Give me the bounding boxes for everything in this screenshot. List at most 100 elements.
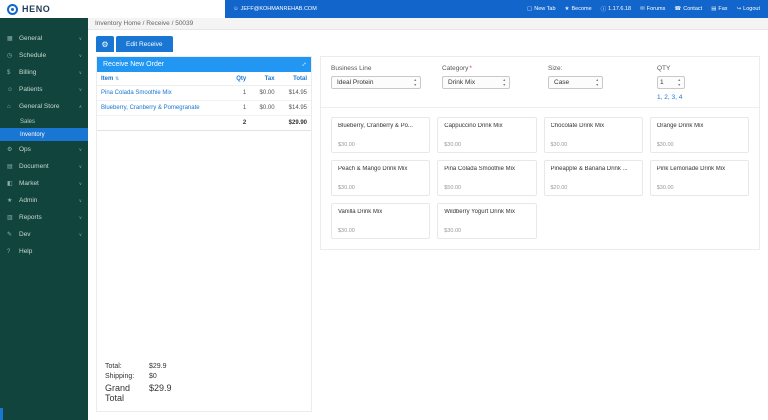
column-header-total[interactable]: Total — [279, 72, 311, 86]
tab-settings[interactable]: ⚙ — [96, 36, 114, 52]
row-tax: $0.00 — [250, 86, 278, 101]
category-select[interactable]: Drink Mix ▲▼ — [442, 76, 510, 89]
row-tax: $0.00 — [250, 101, 278, 116]
product-price: $30.00 — [338, 228, 423, 234]
business-line-select[interactable]: Ideal Protein ▲▼ — [331, 76, 421, 89]
phone-icon: ☎ — [674, 6, 681, 12]
sidebar-item-label: Schedule — [19, 52, 79, 59]
size-select[interactable]: Case ▲▼ — [548, 76, 603, 89]
product-name: Cappuccino Drink Mix — [444, 123, 529, 129]
product-card[interactable]: Blueberry, Cranberry & Po... $30.00 — [331, 117, 430, 153]
patients-icon: ☺ — [7, 87, 16, 93]
sidebar-item-admin[interactable]: ★Admin∨ — [0, 192, 88, 209]
reports-icon: ▥ — [7, 214, 16, 221]
user-icon: ☺ — [233, 6, 239, 12]
total-row: Total:$29.9 — [105, 363, 303, 370]
product-price: $30.00 — [551, 142, 636, 148]
sidebar-item-dev[interactable]: ✎Dev∨ — [0, 226, 88, 243]
sidebar-item-schedule[interactable]: ◷Schedule∨ — [0, 47, 88, 64]
heno-logo-icon — [7, 4, 18, 15]
contact-link[interactable]: ☎Contact — [674, 6, 702, 12]
order-items-table: Item ⇅ Qty Tax Total Pina Colada Smoothi… — [97, 72, 311, 131]
product-name: Blueberry, Cranberry & Po... — [338, 123, 423, 129]
column-header-qty[interactable]: Qty — [228, 72, 250, 86]
info-icon: ⓘ — [601, 5, 607, 13]
main-content: ⚙ Edit Receive Receive New Order ↕ Item … — [88, 30, 768, 420]
stepper-arrows-icon[interactable]: ▲▼ — [678, 78, 681, 86]
pagination: 1, 2, 3, 4 — [657, 94, 749, 101]
product-grid: Blueberry, Cranberry & Po... $30.00 Cappu… — [321, 108, 759, 249]
sidebar-item-general-store[interactable]: ⌂General Store∧ — [0, 98, 88, 115]
sidebar-item-help[interactable]: ?Help — [0, 243, 88, 260]
sidebar-item-sales[interactable]: Sales — [0, 115, 88, 128]
become-link[interactable]: ★Become — [565, 6, 592, 12]
product-price: $30.00 — [338, 185, 423, 191]
logout-link[interactable]: ↪Logout — [737, 6, 760, 12]
product-price: $30.00 — [338, 142, 423, 148]
product-name: Pina Colada Smoothie Mix — [444, 166, 529, 172]
row-total: $14.95 — [279, 86, 311, 101]
qty-stepper[interactable]: ▲▼ — [657, 76, 685, 89]
item-link[interactable]: Blueberry, Cranberry & Pomegranate — [101, 105, 200, 111]
product-price: $30.00 — [657, 185, 742, 191]
page-link-4[interactable]: 4 — [679, 94, 683, 101]
user-email-link[interactable]: ☺JEFF@KOHMANREHAB.COM — [233, 6, 317, 12]
summary-total: $29.90 — [279, 116, 311, 131]
product-card[interactable]: Pink Lemonade Drink Mix$30.00 — [650, 160, 749, 196]
product-name: Chocolate Drink Mix — [551, 123, 636, 129]
brand-area[interactable]: HENO — [0, 0, 225, 18]
product-price: $20.00 — [551, 185, 636, 191]
new-tab-link[interactable]: ▢New Tab — [527, 6, 556, 12]
version-link[interactable]: ⓘ1.17.6.18 — [601, 5, 631, 13]
product-card[interactable]: Pina Colada Smoothie Mix$50.00 — [437, 160, 536, 196]
business-line-value: Ideal Protein — [337, 79, 374, 86]
new-tab-icon: ▢ — [527, 6, 532, 12]
summary-qty: 2 — [228, 116, 250, 131]
chevron-down-icon: ∨ — [79, 147, 82, 153]
qty-input[interactable] — [660, 79, 674, 86]
sidebar-item-reports[interactable]: ▥Reports∨ — [0, 209, 88, 226]
sidebar-scrollbar[interactable] — [0, 408, 3, 420]
product-card[interactable]: Orange Drink Mix$30.00 — [650, 117, 749, 153]
sidebar-item-market[interactable]: ◧Market∨ — [0, 175, 88, 192]
product-card[interactable]: Peach & Mango Drink Mix$30.00 — [331, 160, 430, 196]
product-card[interactable]: Chocolate Drink Mix $30.00 — [544, 117, 643, 153]
become-label: Become — [571, 6, 591, 12]
chevron-down-icon: ∨ — [79, 198, 82, 204]
sidebar-item-general[interactable]: ▦General∨ — [0, 30, 88, 47]
order-panel-title: Receive New Order — [103, 61, 164, 68]
brand-name: HENO — [22, 4, 50, 14]
item-link[interactable]: Pina Colada Smoothie Mix — [101, 90, 172, 96]
tab-edit-receive[interactable]: Edit Receive — [116, 36, 173, 52]
sidebar-subitem-label: Sales — [20, 119, 35, 125]
column-header-tax[interactable]: Tax — [250, 72, 278, 86]
column-header-item[interactable]: Item ⇅ — [97, 72, 228, 86]
shipping-label: Shipping: — [105, 373, 149, 380]
product-card[interactable]: Cappuccino Drink Mix$30.00 — [437, 117, 536, 153]
sidebar-item-label: Admin — [19, 197, 79, 204]
fax-icon: ▤ — [711, 6, 716, 12]
row-total: $14.95 — [279, 101, 311, 116]
expand-icon[interactable]: ↕ — [300, 61, 307, 68]
product-card[interactable]: Vanilla Drink Mix$30.00 — [331, 203, 430, 239]
product-browser-panel: Business Line Ideal Protein ▲▼ Category*… — [320, 56, 760, 250]
chevron-down-icon: ∨ — [79, 53, 82, 59]
total-value: $29.9 — [149, 363, 167, 370]
new-tab-label: New Tab — [534, 6, 555, 12]
dev-icon: ✎ — [7, 231, 16, 238]
sidebar-item-patients[interactable]: ☺Patients∨ — [0, 81, 88, 98]
sidebar-item-document[interactable]: ▤Document∨ — [0, 158, 88, 175]
sidebar-item-ops[interactable]: ⚙Ops∨ — [0, 141, 88, 158]
topbar: HENO ☺JEFF@KOHMANREHAB.COM ▢New Tab ★Bec… — [0, 0, 768, 18]
store-icon: ⌂ — [7, 104, 16, 110]
breadcrumb[interactable]: Inventory Home / Receive / 50039 — [88, 18, 768, 30]
sidebar-subitem-label: Inventory — [20, 132, 45, 138]
fax-link[interactable]: ▤Fax — [711, 6, 727, 12]
sidebar-item-inventory[interactable]: Inventory — [0, 128, 88, 141]
order-table-row: Pina Colada Smoothie Mix 1 $0.00 $14.95 — [97, 86, 311, 101]
product-card[interactable]: Pineapple & Banana Drink ...$20.00 — [544, 160, 643, 196]
forums-link[interactable]: ✉Forums — [640, 6, 665, 12]
category-label: Category* — [442, 65, 548, 72]
product-card[interactable]: Wildberry Yogurt Drink Mix$30.00 — [437, 203, 536, 239]
sidebar-item-billing[interactable]: $Billing∨ — [0, 64, 88, 81]
